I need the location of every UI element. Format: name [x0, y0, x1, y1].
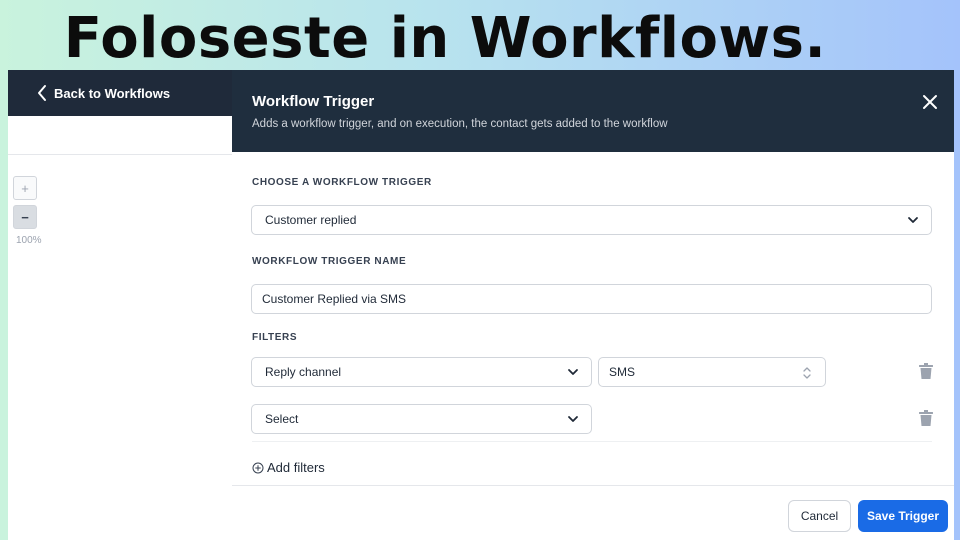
cancel-button[interactable]: Cancel	[788, 500, 851, 532]
add-filters-button[interactable]: Add filters	[252, 460, 325, 475]
trigger-name-value: Customer Replied via SMS	[262, 292, 407, 306]
filters-divider	[252, 441, 932, 442]
trigger-name-input[interactable]: Customer Replied via SMS	[251, 284, 932, 314]
filters-label: FILTERS	[252, 332, 298, 343]
drawer-title: Workflow Trigger	[252, 93, 375, 110]
headline-title: Foloseste in Workflows.	[63, 6, 827, 71]
zoom-in-button[interactable]: +	[13, 176, 37, 200]
app-window: Back to Workflows + − 100% Workflow Trig…	[8, 70, 954, 540]
trash-icon[interactable]	[919, 363, 933, 379]
choose-trigger-label: CHOOSE A WORKFLOW TRIGGER	[252, 177, 432, 188]
back-label: Back to Workflows	[54, 85, 171, 101]
filter-field-value: Reply channel	[265, 365, 342, 379]
sort-icon	[801, 366, 813, 379]
workflow-canvas-panel: Back to Workflows + − 100%	[8, 70, 233, 540]
chevron-down-icon	[907, 214, 919, 226]
filter-field-select[interactable]: Reply channel	[251, 357, 592, 387]
trash-icon[interactable]	[919, 410, 933, 426]
chevron-down-icon	[567, 366, 579, 378]
close-icon[interactable]	[922, 94, 938, 110]
filter-field-value-2: Select	[265, 412, 299, 426]
plus-circle-icon	[252, 462, 264, 474]
filter-value-text: SMS	[609, 365, 636, 379]
drawer-header: Workflow Trigger Adds a workflow trigger…	[232, 70, 954, 152]
chevron-left-icon	[36, 83, 50, 103]
add-filters-label: Add filters	[267, 460, 325, 475]
chevron-down-icon	[567, 413, 579, 425]
workflow-trigger-drawer: Workflow Trigger Adds a workflow trigger…	[232, 70, 954, 540]
filter-value-select[interactable]: SMS	[598, 357, 826, 387]
drawer-subtitle: Adds a workflow trigger, and on executio…	[252, 118, 668, 130]
trigger-name-label: WORKFLOW TRIGGER NAME	[252, 256, 407, 267]
save-trigger-button[interactable]: Save Trigger	[858, 500, 948, 532]
back-to-workflows-link[interactable]: Back to Workflows	[8, 70, 233, 116]
filter-field-select-2[interactable]: Select	[251, 404, 592, 434]
trigger-select[interactable]: Customer replied	[251, 205, 932, 235]
drawer-footer: Cancel Save Trigger	[232, 485, 954, 540]
canvas-toolbar	[8, 116, 233, 155]
trigger-select-value: Customer replied	[265, 213, 357, 227]
zoom-out-button[interactable]: −	[13, 205, 37, 229]
zoom-level: 100%	[16, 235, 42, 246]
